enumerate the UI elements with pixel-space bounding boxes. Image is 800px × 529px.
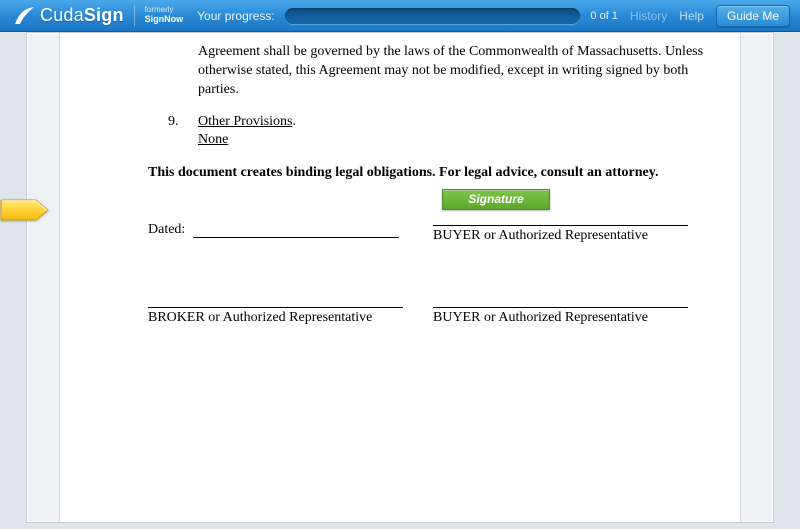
progress-label: Your progress: (197, 9, 275, 23)
signature-area: Signature Dated: BUYER or Authorized Rep… (148, 210, 710, 326)
help-link[interactable]: Help (679, 9, 704, 23)
list-item-number: 9. (168, 114, 198, 130)
signature-line (148, 292, 403, 308)
guide-me-button[interactable]: Guide Me (716, 5, 790, 27)
paragraph-text: Agreement shall be governed by the laws … (198, 43, 710, 100)
dated-line (193, 224, 399, 238)
divider (134, 6, 135, 26)
progress-bar (285, 8, 581, 24)
dated-label: Dated: (148, 222, 185, 238)
list-item-title: Other Provisions. (198, 114, 296, 130)
workspace: Agreement shall be governed by the laws … (26, 32, 774, 523)
formerly-label: formerly SignNow (145, 6, 184, 25)
signature-button[interactable]: Signature (442, 189, 550, 210)
document-page: Agreement shall be governed by the laws … (59, 33, 741, 522)
signer-role-label: BUYER or Authorized Representative (433, 310, 688, 326)
signature-arrow-icon[interactable] (0, 197, 50, 223)
brand-name: CudaSign (40, 5, 124, 26)
signer-role-label: BROKER or Authorized Representative (148, 310, 403, 326)
signature-line (433, 292, 688, 308)
history-link[interactable]: History (630, 9, 667, 23)
list-item-body: None (198, 132, 710, 148)
brand-logo-icon (14, 6, 36, 26)
signer-role-label: BUYER or Authorized Representative (433, 228, 688, 244)
progress-count: 0 of 1 (590, 10, 618, 22)
brand: CudaSign (14, 5, 124, 26)
legal-notice: This document creates binding legal obli… (148, 164, 710, 182)
list-item-heading: 9. Other Provisions. (168, 114, 710, 130)
signature-line (433, 210, 688, 226)
top-bar: CudaSign formerly SignNow Your progress:… (0, 0, 800, 32)
